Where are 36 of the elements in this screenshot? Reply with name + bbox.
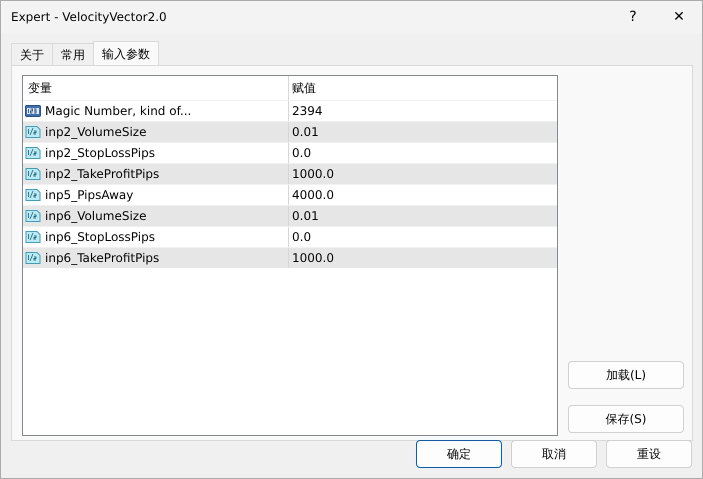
parameter-name: Magic Number, kind of...: [45, 103, 192, 120]
value-cell[interactable]: 0.01: [289, 122, 557, 142]
value-cell[interactable]: 0.01: [289, 206, 557, 226]
value-cell[interactable]: 0.0: [289, 143, 557, 163]
value-cell[interactable]: 1000.0: [289, 248, 557, 268]
parameter-name: inp2_StopLossPips: [45, 145, 155, 162]
help-button[interactable]: ?: [610, 1, 656, 33]
dialog-button[interactable]: 取消: [511, 440, 597, 468]
fraction-icon: [25, 146, 41, 160]
parameter-name: inp6_StopLossPips: [45, 229, 155, 246]
parameter-name: inp2_TakeProfitPips: [45, 166, 160, 183]
fraction-icon: [25, 188, 41, 202]
parameter-name: inp6_VolumeSize: [45, 208, 146, 225]
tab[interactable]: 关于: [11, 43, 53, 65]
value-cell[interactable]: 0.0: [289, 227, 557, 247]
parameter-name: inp2_VolumeSize: [45, 124, 146, 141]
fraction-icon: [25, 251, 41, 265]
integer-icon: [25, 104, 41, 118]
column-header[interactable]: 变量: [23, 76, 289, 100]
fraction-icon: [25, 167, 41, 181]
dialog-button[interactable]: 重设: [606, 440, 692, 468]
side-button[interactable]: 加载(L): [568, 361, 684, 389]
fraction-icon: [25, 230, 41, 244]
value-cell[interactable]: 2394: [289, 101, 557, 121]
close-button[interactable]: ✕: [656, 1, 702, 33]
parameter-name: inp6_TakeProfitPips: [45, 250, 160, 267]
tab[interactable]: 输入参数: [93, 41, 159, 65]
fraction-icon: [25, 209, 41, 223]
value-cell[interactable]: 4000.0: [289, 185, 557, 205]
fraction-icon: [25, 125, 41, 139]
parameter-name: inp5_PipsAway: [45, 187, 134, 204]
value-cell[interactable]: 1000.0: [289, 164, 557, 184]
column-header[interactable]: 赋值: [289, 76, 557, 100]
window-title: Expert - VelocityVector2.0: [11, 9, 168, 26]
dialog-button[interactable]: 确定: [416, 440, 502, 468]
side-button[interactable]: 保存(S): [568, 405, 684, 433]
